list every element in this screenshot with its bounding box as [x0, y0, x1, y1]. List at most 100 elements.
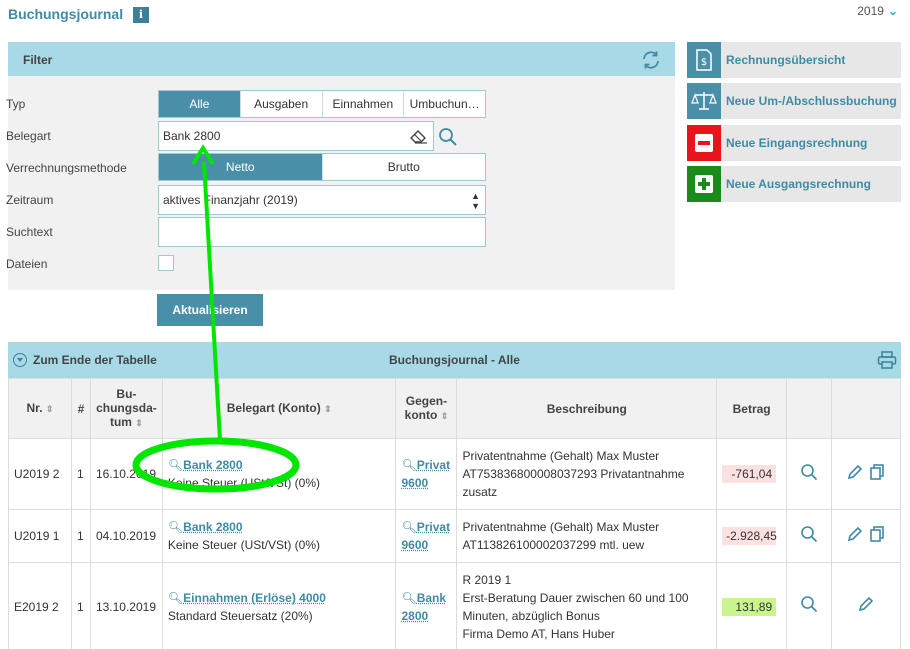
cell-date: 13.10.2019: [90, 563, 162, 649]
methode-option-netto[interactable]: Netto: [159, 154, 323, 180]
typ-label: Typ: [6, 97, 25, 111]
belegart-value: Bank 2800: [163, 129, 220, 143]
info-icon[interactable]: i: [133, 7, 149, 23]
view-search-icon[interactable]: [800, 595, 818, 613]
side-button-label: Rechnungsübersicht: [726, 53, 845, 67]
eingangsrechnung-button[interactable]: Neue Eingangsrechnung: [687, 125, 901, 161]
search-icon[interactable]: [438, 127, 458, 147]
gegenkonto-link[interactable]: Privat: [417, 458, 450, 472]
gegenkonto-number[interactable]: 2800: [401, 609, 428, 623]
cell-date: 16.10.2019: [90, 439, 162, 510]
cell-actions: [832, 439, 901, 510]
gegenkonto-link[interactable]: Privat: [417, 520, 450, 534]
cell-nr: U2019 2: [9, 439, 72, 510]
filter-title: Filter: [23, 53, 52, 67]
rechnungsuebersicht-button[interactable]: $ Rechnungsübersicht: [687, 42, 901, 78]
desc-line: Minuten, abzüglich Bonus: [462, 609, 599, 623]
column-header-belegart[interactable]: Belegart (Konto) ⇕: [162, 379, 396, 439]
belegart-link[interactable]: Einnahmen (Erlöse) 4000: [183, 591, 326, 605]
minus-icon: [687, 125, 721, 161]
ausgangsrechnung-button[interactable]: Neue Ausgangsrechnung: [687, 166, 901, 202]
cell-actions: [832, 510, 901, 563]
dateien-checkbox[interactable]: [158, 255, 174, 271]
methode-segmented: Netto Brutto: [158, 153, 486, 181]
search-icon: 🔍︎: [401, 520, 416, 534]
journal-title: Buchungsjournal - Alle: [389, 353, 520, 367]
belegart-link[interactable]: Bank 2800: [183, 458, 242, 472]
year-selector[interactable]: 2019 ⌄: [857, 4, 898, 18]
table-row: U2019 1 1 04.10.2019 🔍︎Bank 2800 Keine St…: [9, 510, 901, 563]
typ-option-umbuchungen[interactable]: Umbuchun…: [404, 91, 485, 117]
edit-icon[interactable]: [846, 525, 864, 543]
column-header-view: [787, 379, 832, 439]
desc-line: R 2019 1: [462, 573, 511, 587]
side-button-label: Neue Ausgangsrechnung: [726, 177, 871, 191]
jump-label: Zum Ende der Tabelle: [33, 353, 157, 367]
cell-description: Privatentnahme (Gehalt) Max Muster AT7538…: [457, 439, 717, 510]
refresh-icon[interactable]: [641, 50, 661, 70]
header-label: Belegart (Konto): [227, 401, 321, 415]
typ-option-einnahmen[interactable]: Einnahmen: [323, 91, 405, 117]
copy-icon[interactable]: [868, 525, 886, 543]
column-header-beschreibung: Beschreibung: [457, 379, 717, 439]
page-title: Buchungsjournal: [8, 6, 123, 22]
journal-bar: Zum Ende der Tabelle Buchungsjournal - A…: [8, 342, 901, 378]
desc-line: zusatz: [462, 485, 497, 499]
cell-belegart: 🔍︎Bank 2800 Keine Steuer (USt/VSt) (0%): [162, 510, 396, 563]
header-label: Gegen-: [406, 394, 447, 408]
sort-icon: ⇕: [441, 411, 449, 421]
svg-text:$: $: [701, 57, 707, 68]
view-search-icon[interactable]: [800, 525, 818, 543]
view-search-icon[interactable]: [800, 463, 818, 481]
table-row: U2019 2 1 16.10.2019 🔍︎Bank 2800 Keine St…: [9, 439, 901, 510]
aktualisieren-button[interactable]: Aktualisieren: [157, 294, 263, 326]
table-header-row: Nr. ⇕ # Bu-chungsda-tum ⇕ Belegart (Kont…: [9, 379, 901, 439]
gegenkonto-number[interactable]: 9600: [401, 538, 428, 552]
desc-line: Privatentnahme (Gehalt) Max Muster: [462, 449, 659, 463]
edit-icon[interactable]: [846, 463, 864, 481]
belegart-label: Belegart: [6, 129, 51, 143]
amount-value: 131,89: [722, 598, 776, 616]
methode-label: Verrechnungsmethode: [6, 161, 127, 175]
balance-scale-icon: [687, 83, 721, 119]
column-header-betrag: Betrag: [717, 379, 787, 439]
desc-line: Firma Demo AT, Hans Huber: [462, 627, 615, 641]
header-label: konto: [405, 408, 438, 422]
cell-gegenkonto: 🔍︎Bank 2800: [396, 563, 457, 649]
search-icon: 🔍︎: [401, 458, 416, 472]
cell-belegart: 🔍︎Einnahmen (Erlöse) 4000 Standard Steuer…: [162, 563, 396, 649]
methode-option-brutto[interactable]: Brutto: [323, 154, 486, 180]
belegart-input[interactable]: Bank 2800: [158, 121, 434, 151]
column-header-gegenkonto[interactable]: Gegen-konto ⇕: [396, 379, 457, 439]
search-icon: 🔍︎: [168, 591, 183, 605]
jump-to-end-link[interactable]: Zum Ende der Tabelle: [13, 353, 157, 367]
cell-actions: [832, 563, 901, 649]
gegenkonto-number[interactable]: 9600: [401, 476, 428, 490]
column-header-nr[interactable]: Nr. ⇕: [9, 379, 72, 439]
edit-icon[interactable]: [857, 595, 875, 613]
sort-icon: ⇕: [135, 418, 143, 428]
copy-icon[interactable]: [868, 463, 886, 481]
column-header-actions: [832, 379, 901, 439]
belegart-link[interactable]: Bank 2800: [183, 520, 242, 534]
typ-option-ausgaben[interactable]: Ausgaben: [241, 91, 323, 117]
um-abschlussbuchung-button[interactable]: Neue Um-/Abschlussbuchung: [687, 83, 901, 119]
column-header-datum[interactable]: Bu-chungsda-tum ⇕: [90, 379, 162, 439]
header-label: Bu-: [116, 387, 136, 401]
cell-amount: 131,89: [717, 563, 787, 649]
invoice-icon: $: [687, 42, 721, 78]
cell-description: R 2019 1 Erst-Beratung Dauer zwischen 60 …: [457, 563, 717, 649]
zeitraum-select[interactable]: aktives Finanzjahr (2019) ▲ ▼: [158, 185, 486, 215]
search-icon: 🔍︎: [168, 520, 183, 534]
cell-num: 1: [71, 510, 90, 563]
desc-line: Privatentnahme (Gehalt) Max Muster: [462, 520, 659, 534]
cell-gegenkonto: 🔍︎Privat 9600: [396, 439, 457, 510]
suchtext-input[interactable]: [158, 217, 486, 247]
typ-option-alle[interactable]: Alle: [159, 91, 241, 117]
print-icon[interactable]: [877, 351, 897, 369]
eraser-icon[interactable]: [409, 128, 429, 144]
header-label: chungsda-: [96, 401, 157, 415]
cell-date: 04.10.2019: [90, 510, 162, 563]
header-label: tum: [110, 415, 132, 429]
gegenkonto-link[interactable]: Bank: [417, 591, 446, 605]
